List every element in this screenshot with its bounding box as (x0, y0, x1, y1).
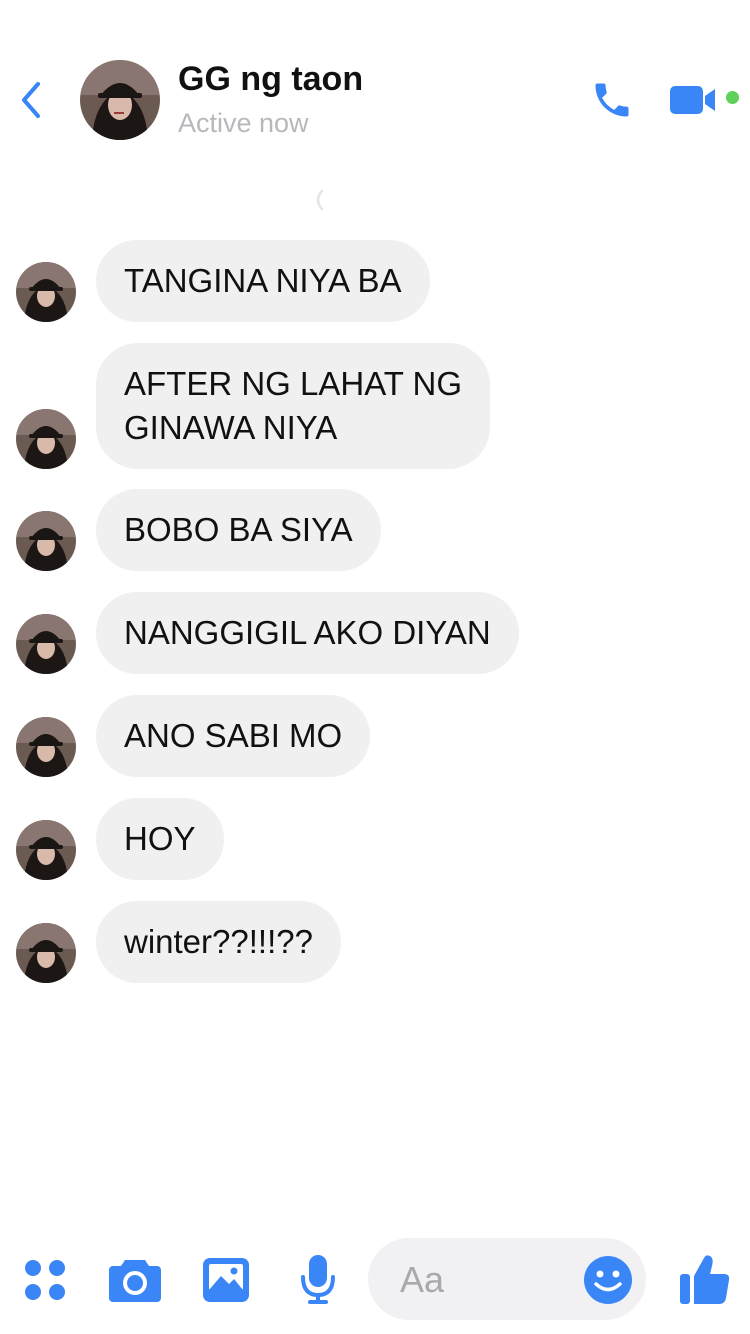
image-icon (203, 1258, 249, 1302)
sender-avatar[interactable] (16, 262, 76, 322)
sender-avatar[interactable] (16, 717, 76, 777)
gallery-button[interactable] (196, 1250, 256, 1310)
voice-call-button[interactable] (588, 76, 636, 124)
camera-icon (109, 1260, 161, 1302)
sender-avatar[interactable] (16, 409, 76, 469)
message-bubble[interactable]: TANGINA NIYA BA (96, 240, 430, 322)
sender-avatar[interactable] (16, 511, 76, 571)
video-camera-icon (670, 86, 715, 114)
message-row: TANGINA NIYA BA (0, 240, 750, 322)
message-bubble[interactable]: HOY (96, 798, 224, 880)
online-indicator (726, 91, 739, 104)
message-bubble[interactable]: NANGGIGIL AKO DIYAN (96, 592, 519, 674)
voice-message-button[interactable] (288, 1250, 348, 1310)
emoji-button[interactable] (582, 1254, 634, 1306)
message-row: HOY (0, 798, 750, 880)
microphone-icon (301, 1255, 335, 1304)
sender-avatar[interactable] (16, 614, 76, 674)
apps-icon (25, 1260, 65, 1300)
sender-avatar[interactable] (16, 923, 76, 983)
active-status: Active now (178, 108, 309, 138)
like-button[interactable] (672, 1246, 738, 1312)
message-row: ANO SABI MO (0, 695, 750, 777)
message-row: NANGGIGIL AKO DIYAN (0, 592, 750, 674)
message-input[interactable] (398, 1254, 572, 1306)
contact-name[interactable]: GG ng taon (178, 58, 363, 100)
message-row: winter??!!!?? (0, 901, 750, 983)
message-bubble[interactable]: BOBO BA SIYA (96, 489, 381, 571)
back-chevron-icon (22, 82, 40, 118)
message-bubble[interactable]: AFTER NG LAHAT NG GINAWA NIYA (96, 343, 490, 469)
message-bubble[interactable]: winter??!!!?? (96, 901, 341, 983)
message-row: BOBO BA SIYA (0, 489, 750, 571)
loading-spinner (312, 188, 326, 212)
message-row: AFTER NG LAHAT NG GINAWA NIYA (0, 343, 750, 469)
sender-avatar[interactable] (16, 820, 76, 880)
apps-button[interactable] (15, 1250, 75, 1310)
camera-button[interactable] (105, 1250, 165, 1310)
contact-avatar[interactable] (80, 60, 160, 140)
back-button[interactable] (14, 78, 48, 122)
phone-icon (595, 83, 629, 117)
thumbs-up-icon (680, 1255, 730, 1304)
emoji-icon (584, 1256, 632, 1304)
message-bubble[interactable]: ANO SABI MO (96, 695, 371, 777)
